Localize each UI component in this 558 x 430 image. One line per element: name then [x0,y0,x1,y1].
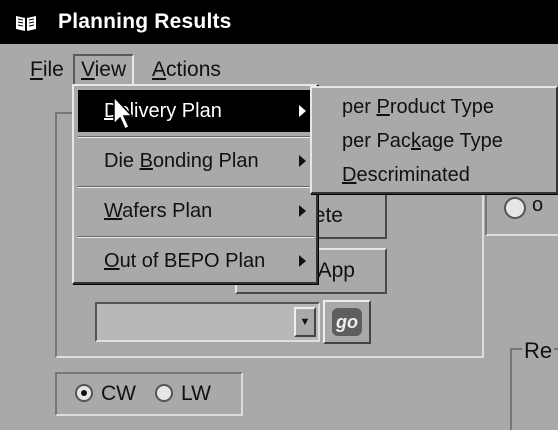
chevron-down-icon[interactable]: ▼ [294,307,316,337]
submenu-item-per-product-type[interactable]: per Product Type [316,90,556,124]
window-title: Planning Results [58,10,232,33]
right-group-label: Re [522,338,555,364]
radio-cw[interactable] [75,384,93,402]
radio-lw[interactable] [155,384,173,402]
menu-separator [78,236,314,238]
title-bar: Planning Results [0,0,558,44]
menu-actions[interactable]: Actions [146,56,227,84]
chevron-right-icon [299,105,306,117]
top-right-radio[interactable] [504,197,526,219]
menu-item-wafers-plan[interactable]: Wafers Plan [78,190,314,232]
go-icon: go [332,308,362,336]
book-icon [16,16,36,31]
chevron-right-icon [299,205,306,217]
app-button-label: App [317,259,355,282]
radio-lw-label: LW [181,382,211,405]
chevron-right-icon [299,255,306,267]
delete-button-label: ete [313,204,343,227]
submenu-item-per-package-type[interactable]: per Package Type [316,124,556,158]
go-button[interactable]: go [323,300,371,344]
menu-item-out-of-bepo-plan[interactable]: Out of BEPO Plan [78,240,314,282]
mouse-cursor-icon [113,96,134,131]
view-menu: Delivery Plan Die Bonding Plan Wafers Pl… [72,84,318,284]
menu-separator [78,136,314,138]
chevron-right-icon [299,155,306,167]
delivery-plan-submenu: per Product Type per Package Type Descri… [310,86,558,194]
selection-combobox[interactable]: ▼ [95,302,320,342]
menu-item-die-bonding-plan[interactable]: Die Bonding Plan [78,140,314,182]
radio-cw-label: CW [101,382,136,405]
menu-separator [78,186,314,188]
menu-view[interactable]: View [73,54,135,86]
submenu-item-descriminated[interactable]: Descriminated [316,158,556,192]
menu-file[interactable]: File [24,56,70,84]
week-radio-group: CW LW [55,372,243,416]
top-right-partial-label: o [532,194,544,216]
